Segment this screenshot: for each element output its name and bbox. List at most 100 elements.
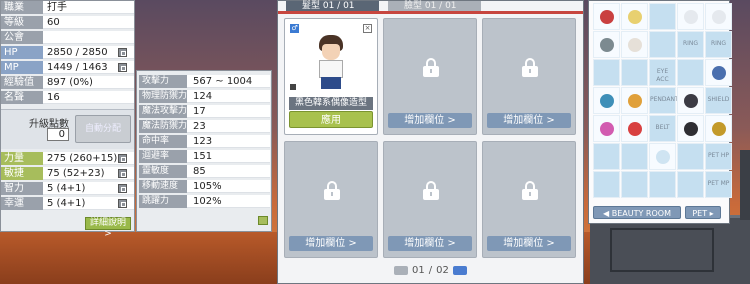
pet-hp-slot[interactable]: PET HP — [705, 143, 732, 170]
int-label: 智力 — [1, 182, 43, 195]
equip-slot[interactable] — [621, 31, 648, 58]
detail-row: 魔法攻擊力 17 — [139, 105, 270, 118]
equip-slot[interactable] — [705, 115, 732, 142]
detail-row: 靈敏度 85 — [139, 165, 270, 178]
equip-slot[interactable] — [593, 31, 620, 58]
hp-add-button[interactable] — [118, 48, 127, 57]
add-slot-button[interactable]: 增加欄位 > — [487, 236, 571, 251]
int-add-button[interactable] — [118, 184, 127, 193]
top-icon — [628, 94, 642, 108]
tab-face[interactable]: 臉型 01 / 01 — [388, 1, 481, 11]
close-icon[interactable]: × — [363, 24, 372, 33]
pet-button[interactable]: PET ▸ — [685, 206, 721, 219]
detail-label: 物理防禦力 — [139, 90, 187, 103]
ring-slot[interactable]: RING — [677, 31, 704, 58]
ring-slot[interactable]: RING — [705, 31, 732, 58]
detail-value: 124 — [187, 90, 270, 103]
equip-slot[interactable] — [621, 115, 648, 142]
fame-value: 16 — [43, 91, 134, 104]
page-total: 02 — [436, 265, 449, 276]
luk-add-button[interactable] — [118, 199, 127, 208]
detail-row: 攻擊力 567 ~ 1004 — [139, 75, 270, 88]
beauty-room-button[interactable]: ◀ BEAUTY ROOM — [593, 206, 681, 219]
equip-slot[interactable] — [621, 3, 648, 30]
shield-slot[interactable]: SHIELD — [705, 87, 732, 114]
equip-slot[interactable] — [705, 59, 732, 86]
background-post — [740, 150, 750, 220]
equip-slot[interactable] — [649, 171, 676, 198]
pendant-slot[interactable]: PENDANT — [649, 87, 679, 114]
equip-slot[interactable] — [705, 3, 732, 30]
detail-row: 魔法防禦力 23 — [139, 120, 270, 133]
equip-slot[interactable] — [593, 59, 620, 86]
equip-slot[interactable] — [593, 115, 620, 142]
equip-slot[interactable] — [649, 31, 676, 58]
str-add-button[interactable] — [118, 154, 127, 163]
equip-slot[interactable] — [593, 87, 620, 114]
detail-value: 23 — [187, 120, 270, 133]
equip-slot[interactable] — [677, 143, 704, 170]
add-slot-button[interactable]: 增加欄位 > — [289, 236, 373, 251]
add-slot-button[interactable]: 增加欄位 > — [388, 113, 472, 128]
equip-slot[interactable] — [677, 171, 704, 198]
guild-label: 公會 — [1, 31, 43, 44]
detail-value: 105% — [187, 180, 270, 193]
lock-icon — [423, 181, 439, 200]
equip-slot[interactable] — [677, 115, 704, 142]
tab-hair[interactable]: 髮型 01 / 01 — [286, 1, 379, 11]
equip-slot[interactable] — [649, 3, 676, 30]
face-accessory-icon — [628, 38, 642, 52]
avatar-pants — [321, 77, 341, 89]
pet-icon — [684, 10, 698, 24]
equip-slot[interactable] — [621, 87, 648, 114]
detail-row: 命中率 123 — [139, 135, 270, 148]
hat-icon — [628, 10, 642, 24]
dex-add-button[interactable] — [118, 169, 127, 178]
page-current: 01 — [412, 265, 425, 276]
pet-mp-slot[interactable]: PET MP — [705, 171, 732, 198]
equip-slot[interactable] — [593, 143, 620, 170]
add-slot-button[interactable]: 增加欄位 > — [487, 113, 571, 128]
str-label: 力量 — [1, 152, 43, 165]
detail-value: 17 — [187, 105, 270, 118]
belt-slot[interactable]: BELT — [649, 115, 676, 142]
equip-slot[interactable] — [677, 3, 704, 30]
ability-point-value: 0 — [47, 128, 69, 141]
dex-row: 敏捷 75 (52+23) — [1, 167, 134, 180]
equip-slot[interactable] — [593, 3, 620, 30]
lock-icon — [423, 58, 439, 77]
fame-label: 名聲 — [1, 91, 43, 104]
detail-button[interactable]: 詳細說明 > — [85, 217, 131, 239]
pet-icon — [712, 10, 726, 24]
equip-slot[interactable] — [677, 59, 704, 86]
job-label: 職業 — [1, 1, 43, 14]
medal-icon — [600, 10, 614, 24]
beauty-slot-locked: 增加欄位 > — [383, 141, 477, 258]
lock-icon — [324, 181, 340, 200]
knuckle-icon — [684, 122, 698, 136]
equip-slot[interactable] — [621, 143, 648, 170]
detail-row: 移動速度 105% — [139, 180, 270, 193]
equip-slot[interactable] — [677, 87, 704, 114]
mp-add-button[interactable] — [118, 63, 127, 72]
exp-label: 經驗值 — [1, 76, 43, 89]
prev-page-button[interactable] — [394, 266, 408, 275]
auto-assign-button[interactable]: 自動分配 — [75, 115, 131, 143]
avatar-shirt — [319, 60, 343, 78]
equip-slot[interactable] — [649, 143, 676, 170]
eye-acc-slot[interactable]: EYE ACC — [649, 59, 676, 86]
equip-slot[interactable] — [621, 171, 648, 198]
detail-row: 迴避率 151 — [139, 150, 270, 163]
lock-icon — [522, 58, 538, 77]
detail-row: 跳躍力 102% — [139, 195, 270, 208]
beauty-slot-current[interactable]: ♂ × 黑色韓系偶像造型 應用 — [284, 18, 378, 135]
next-page-button[interactable] — [452, 266, 467, 275]
equip-slot[interactable] — [593, 171, 620, 198]
hp-row: HP 2850 / 2850 — [1, 46, 134, 59]
add-slot-button[interactable]: 增加欄位 > — [388, 236, 472, 251]
apply-button[interactable]: 應用 — [289, 111, 373, 128]
detail-collapse-button[interactable] — [258, 216, 268, 225]
str-row: 力量 275 (260+15) — [1, 152, 134, 165]
equip-slot[interactable] — [621, 59, 648, 86]
beauty-slot-locked: 增加欄位 > — [284, 141, 378, 258]
